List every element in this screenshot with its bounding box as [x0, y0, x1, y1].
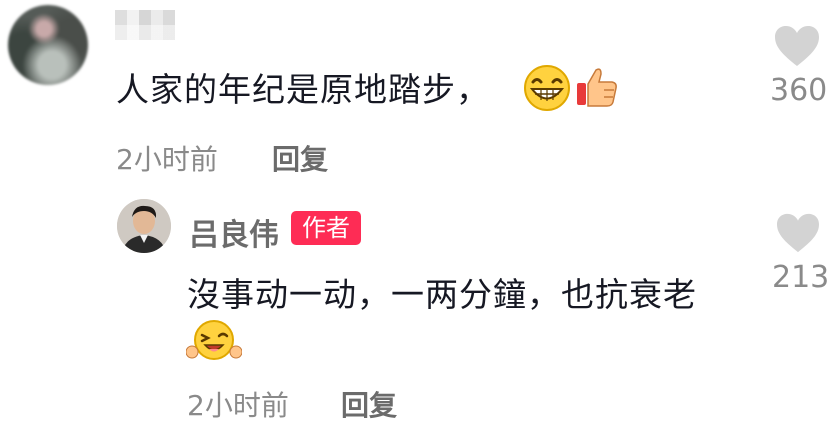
- comment-text: 沒事动一动，一两分鐘，也抗衰老: [187, 275, 697, 314]
- comment-time: 2小时前: [187, 389, 289, 422]
- username[interactable]: 吕良伟: [189, 210, 279, 254]
- username-blurred[interactable]: [115, 10, 175, 40]
- comment-text: 人家的年纪是原地踏步，: [116, 70, 490, 109]
- reply-button[interactable]: 回复: [272, 138, 328, 178]
- reply-button[interactable]: 回复: [341, 384, 397, 424]
- wink-emoji-icon: [185, 318, 243, 366]
- comment-time: 2小时前: [116, 143, 218, 176]
- like-count: 213: [772, 260, 830, 295]
- grin-emoji-icon: [523, 64, 571, 116]
- like-count: 360: [770, 73, 828, 108]
- heart-icon[interactable]: [775, 212, 821, 258]
- heart-icon[interactable]: [773, 24, 821, 72]
- author-badge: 作者: [291, 211, 361, 245]
- avatar[interactable]: [117, 199, 171, 253]
- thumbs-up-emoji-icon: [574, 64, 620, 114]
- avatar[interactable]: [8, 5, 88, 85]
